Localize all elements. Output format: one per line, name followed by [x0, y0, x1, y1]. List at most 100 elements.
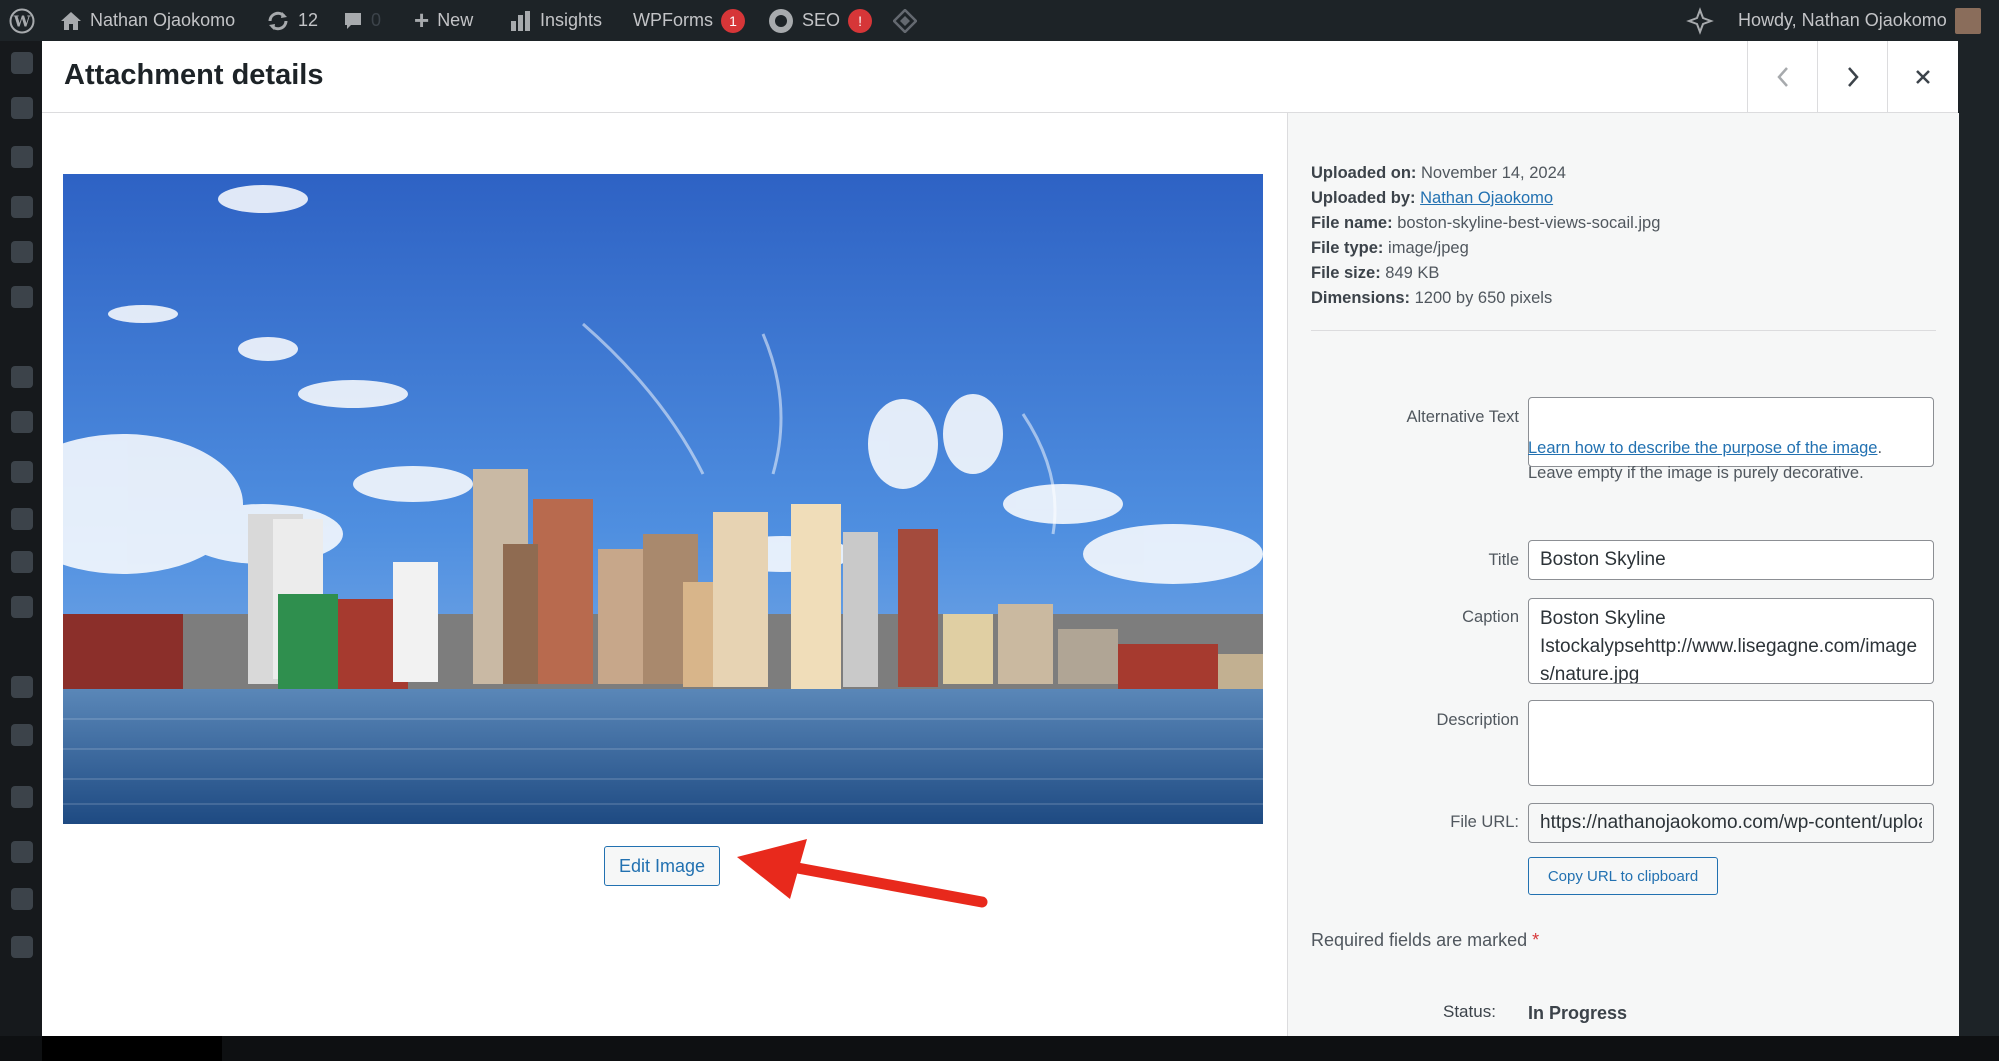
media-menu-icon[interactable]: [11, 241, 33, 263]
file-url-field[interactable]: [1528, 803, 1934, 843]
close-icon: [1916, 69, 1930, 84]
alt-text-help-link[interactable]: Learn how to describe the purpose of the…: [1528, 439, 1877, 457]
uploaded-by-label: Uploaded by:: [1311, 189, 1416, 207]
alt-text-help-text: Leave empty if the image is purely decor…: [1528, 464, 1864, 482]
uploaded-on-label: Uploaded on:: [1311, 164, 1417, 182]
next-attachment-button[interactable]: [1817, 41, 1888, 112]
file-url-label: File URL:: [1450, 813, 1519, 831]
comments-count: 0: [371, 10, 382, 30]
caption-field[interactable]: Boston Skyline Istockalypsehttp://www.li…: [1528, 598, 1934, 684]
refresh-icon: [268, 11, 288, 30]
dimensions-value: 1200 by 650 pixels: [1414, 289, 1553, 307]
status-value: In Progress: [1528, 1003, 1628, 1023]
settings-menu-icon[interactable]: [11, 841, 33, 863]
required-asterisk: *: [1532, 930, 1540, 950]
seo-notification-badge: !: [848, 8, 873, 33]
red-arrow-annotation: [737, 839, 988, 908]
svg-text:W: W: [13, 12, 32, 30]
attachment-info-sidebar: Uploaded on: November 14, 2024 Uploaded …: [1287, 113, 1959, 1036]
new-link[interactable]: + New: [414, 0, 473, 41]
file-size-row: File size: 849 KB: [1311, 261, 1660, 286]
uploaded-on-row: Uploaded on: November 14, 2024: [1311, 161, 1660, 186]
collapse-menu-icon[interactable]: [11, 936, 33, 958]
copy-url-button[interactable]: Copy URL to clipboard: [1528, 857, 1718, 895]
uploaded-on-value: November 14, 2024: [1421, 164, 1566, 182]
attachment-image-preview: [63, 174, 1263, 824]
required-fields-text: Required fields are marked: [1311, 930, 1528, 950]
home-icon: [61, 11, 81, 30]
avatar: [1954, 7, 1981, 34]
comments-menu-icon[interactable]: [11, 97, 33, 119]
chevron-right-icon: [1848, 66, 1859, 87]
site-name-link[interactable]: Nathan Ojaokomo: [60, 0, 235, 41]
plus-icon: +: [414, 5, 430, 35]
file-size-label: File size:: [1311, 264, 1381, 282]
file-details: Uploaded on: November 14, 2024 Uploaded …: [1311, 161, 1660, 311]
wpforms-label: WPForms: [633, 10, 713, 30]
sync-menu-icon[interactable]: [11, 596, 33, 618]
file-type-label: File type:: [1311, 239, 1384, 257]
alt-text-help: Learn how to describe the purpose of the…: [1528, 436, 1882, 486]
wpforms-link[interactable]: WPForms 1: [633, 0, 745, 41]
dimensions-row: Dimensions: 1200 by 650 pixels: [1311, 286, 1660, 311]
title-field[interactable]: [1528, 540, 1934, 580]
feedback-menu-icon[interactable]: [11, 196, 33, 218]
wpforms-notification-badge: 1: [721, 8, 745, 33]
file-name-row: File name: boston-skyline-best-views-soc…: [1311, 211, 1660, 236]
seo-link[interactable]: SEO !: [768, 0, 873, 41]
description-label: Description: [1436, 711, 1519, 729]
file-type-value: image/jpeg: [1388, 239, 1469, 257]
backdrop-menu-area: [42, 1036, 222, 1061]
caption-label: Caption: [1462, 608, 1519, 626]
diamond-plugin-icon[interactable]: [893, 0, 917, 41]
insights-menu-icon[interactable]: [11, 786, 33, 808]
description-field[interactable]: [1528, 700, 1934, 786]
seo-label: SEO: [802, 10, 841, 30]
insights-link[interactable]: Insights: [510, 0, 602, 41]
layout-menu-icon[interactable]: [11, 411, 33, 433]
forms-menu-icon[interactable]: [11, 286, 33, 308]
users-menu-icon[interactable]: [11, 508, 33, 530]
file-size-value: 849 KB: [1385, 264, 1440, 282]
alt-text-label: Alternative Text: [1406, 408, 1519, 426]
uploaded-by-link[interactable]: Nathan Ojaokomo: [1420, 189, 1553, 207]
close-modal-button[interactable]: [1887, 41, 1958, 112]
backdrop: [0, 1036, 1999, 1061]
account-menu[interactable]: Howdy, Nathan Ojaokomo: [1738, 0, 1981, 41]
attachment-details-modal: Attachment details Edit Image Uploaded o…: [42, 41, 1959, 1036]
seo-menu-icon[interactable]: [11, 724, 33, 746]
alt-text-help-period: .: [1877, 439, 1883, 457]
uploaded-by-row: Uploaded by: Nathan Ojaokomo: [1311, 186, 1660, 211]
posts-menu-icon[interactable]: [11, 52, 33, 74]
pages-menu-icon[interactable]: [11, 146, 33, 168]
wordpress-logo-icon[interactable]: W: [9, 0, 35, 41]
bar-chart-icon: [511, 10, 530, 31]
modal-title: Attachment details: [64, 59, 324, 91]
title-label: Title: [1488, 551, 1519, 569]
appearance-menu-icon[interactable]: [11, 366, 33, 388]
stats-menu-icon[interactable]: [11, 676, 33, 698]
plugins-menu-icon[interactable]: [11, 461, 33, 483]
status-label: Status:: [1443, 1002, 1496, 1021]
comment-icon: [345, 12, 361, 29]
updates-count: 12: [298, 10, 319, 30]
details-divider: [1311, 330, 1936, 331]
required-fields-note: Required fields are marked *: [1311, 930, 1539, 951]
file-type-row: File type: image/jpeg: [1311, 236, 1660, 261]
modal-header: Attachment details: [42, 41, 1958, 113]
comments-link[interactable]: 0: [343, 0, 381, 41]
diamond-menu-icon[interactable]: [11, 888, 33, 910]
seo-plugin-icon: [769, 8, 793, 33]
chevron-left-icon: [1777, 66, 1788, 87]
sparkle-icon[interactable]: [1686, 0, 1714, 41]
previous-attachment-button[interactable]: [1747, 41, 1818, 112]
updates-link[interactable]: 12: [266, 0, 318, 41]
tools-menu-icon[interactable]: [11, 551, 33, 573]
file-name-value: boston-skyline-best-views-socail.jpg: [1397, 214, 1661, 232]
edit-image-button[interactable]: Edit Image: [604, 846, 720, 886]
site-name: Nathan Ojaokomo: [90, 10, 236, 30]
admin-bar: W Nathan Ojaokomo 12 0 + New Insights WP…: [0, 0, 1999, 41]
file-name-label: File name:: [1311, 214, 1393, 232]
dimensions-label: Dimensions:: [1311, 289, 1411, 307]
admin-side-menu: [0, 41, 42, 1061]
